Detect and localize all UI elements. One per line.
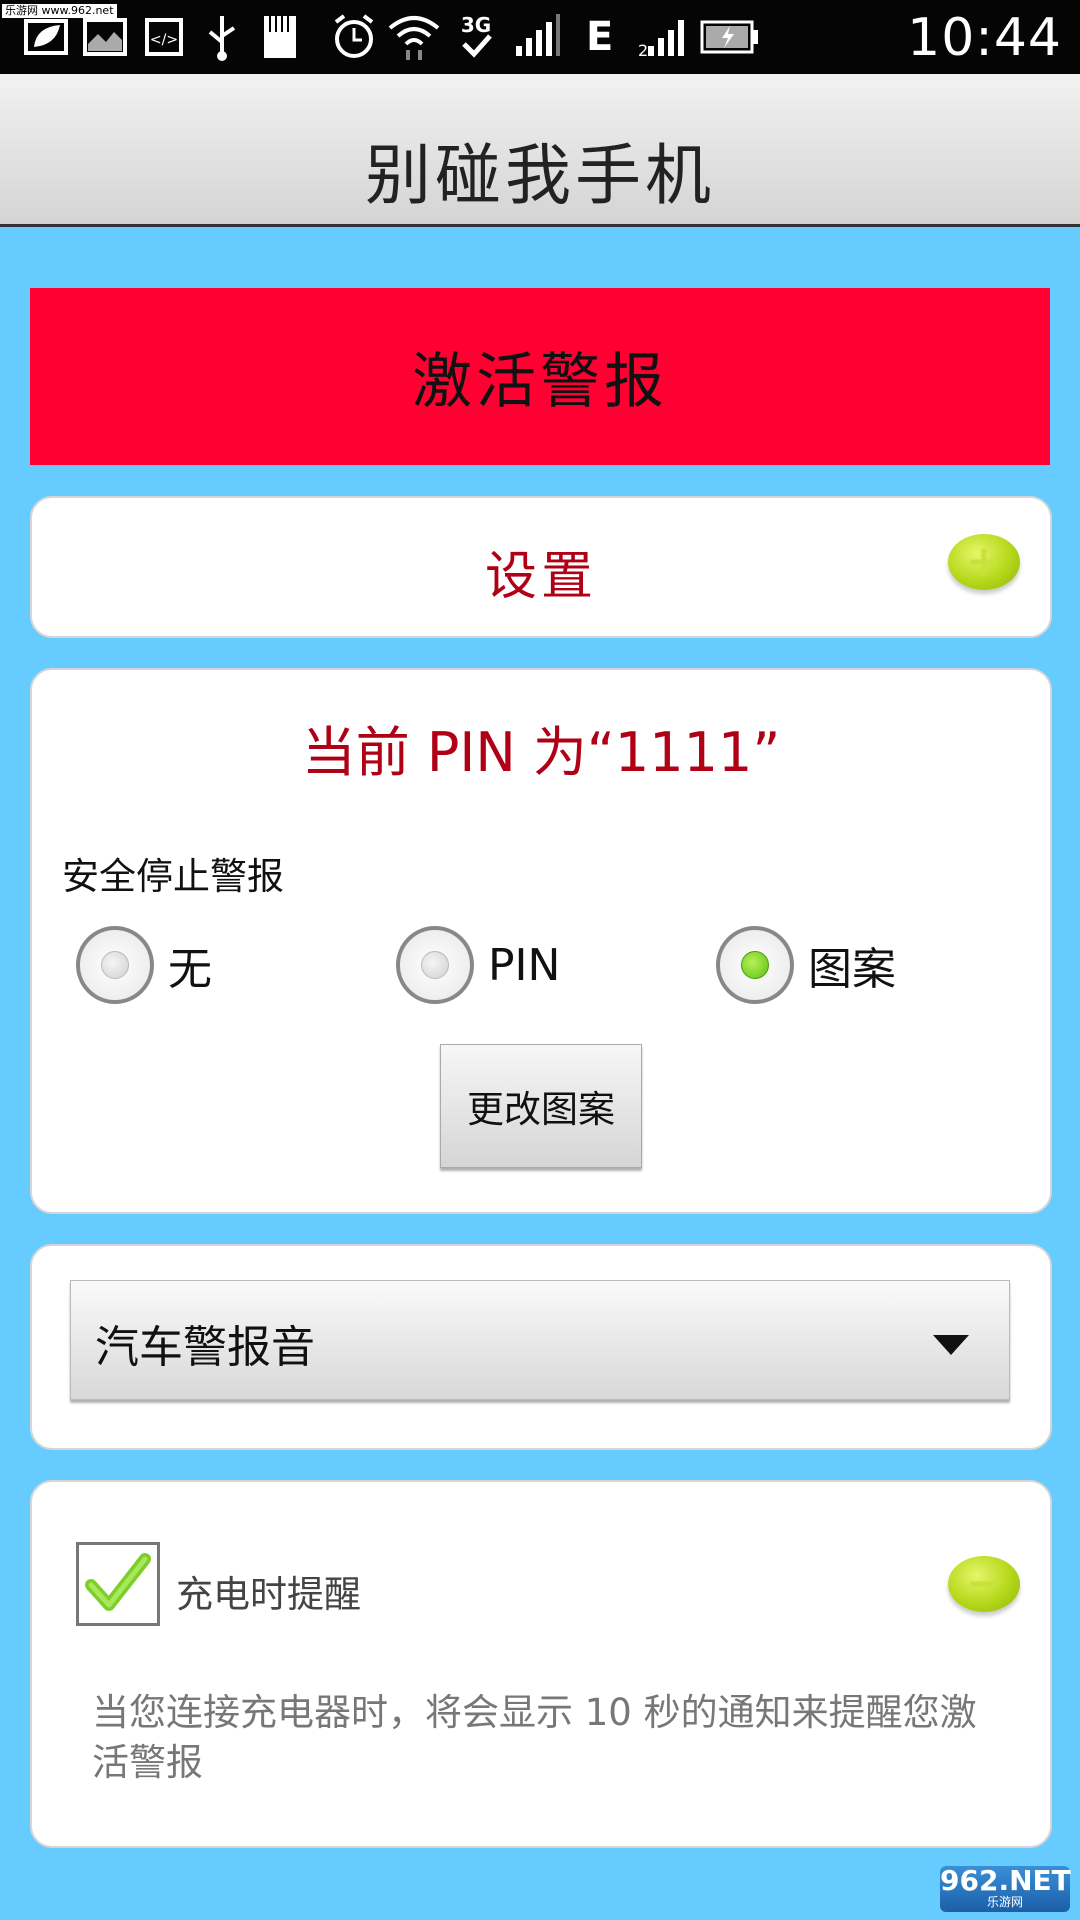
charge-reminder-card: 充电时提醒 − 当您连接充电器时，将会显示 10 秒的通知来提醒您激活警报	[30, 1480, 1052, 1848]
alarm-sound-selected: 汽车警报音	[95, 1322, 315, 1373]
expand-settings-button[interactable]: +	[948, 534, 1020, 590]
battery-charging-icon	[700, 20, 758, 54]
radio-option-label: 无	[168, 944, 212, 995]
change-pattern-label: 更改图案	[467, 1088, 615, 1131]
pin-card: 当前 PIN 为“1111” 安全停止警报 无 PIN 图案 更改图案	[30, 668, 1052, 1214]
edge-network-indicator: E	[586, 14, 614, 60]
code-icon: </>	[145, 18, 183, 56]
dropdown-arrow-icon	[933, 1335, 969, 1355]
radio-button-icon	[76, 926, 154, 1004]
svg-text:2: 2	[638, 41, 648, 60]
radio-option-pin[interactable]: PIN	[396, 922, 560, 1008]
radio-option-pattern[interactable]: 图案	[716, 922, 896, 1008]
sd-card-icon	[264, 16, 296, 58]
svg-text:3G: 3G	[461, 13, 491, 37]
activate-alarm-button[interactable]: 激活警报	[30, 288, 1050, 465]
settings-card[interactable]: 设置 +	[30, 496, 1052, 638]
3g-icon: 3G	[461, 13, 492, 58]
settings-label: 设置	[484, 547, 597, 607]
app-title-bar: 别碰我手机	[0, 74, 1080, 227]
charge-reminder-label: 充电时提醒	[176, 1573, 361, 1616]
image-icon	[83, 18, 127, 56]
charge-reminder-description: 当您连接充电器时，将会显示 10 秒的通知来提醒您激活警报	[92, 1691, 977, 1784]
radio-option-label: PIN	[488, 939, 561, 991]
radio-option-label: 图案	[808, 944, 896, 995]
alarm-sound-card: 汽车警报音	[30, 1244, 1052, 1450]
usb-icon	[208, 16, 236, 61]
radio-button-checked-icon	[716, 926, 794, 1004]
charge-reminder-checkbox[interactable]	[76, 1542, 160, 1626]
svg-text:</>: </>	[150, 32, 178, 48]
radio-button-icon	[396, 926, 474, 1004]
status-bar: 乐游网 www.962.net </> 3G E 2 10:44	[0, 0, 1080, 74]
wifi-icon	[388, 16, 440, 60]
plus-icon: +	[966, 536, 1002, 585]
checkmark-icon	[85, 1553, 151, 1611]
current-pin-text: 当前 PIN 为“1111”	[301, 721, 781, 784]
signal-icon	[516, 14, 560, 56]
alarm-sound-dropdown[interactable]: 汽车警报音	[70, 1280, 1010, 1400]
clock: 10:44	[907, 8, 1062, 68]
alarm-icon	[334, 14, 374, 58]
leaf-icon	[24, 19, 68, 55]
site-watermark-logo: 962.NET 乐游网	[940, 1864, 1071, 1912]
activate-alarm-label: 激活警报	[412, 347, 668, 417]
watermark-sub: 乐游网	[986, 1895, 1023, 1909]
minus-icon: −	[966, 1558, 1002, 1607]
security-stop-label: 安全停止警报	[62, 855, 284, 898]
collapse-charge-reminder-button[interactable]: −	[948, 1556, 1020, 1612]
signal-icon: 2	[638, 20, 684, 60]
page-title: 别碰我手机	[365, 137, 715, 214]
radio-option-none[interactable]: 无	[76, 922, 212, 1008]
watermark-main: 962.NET	[940, 1864, 1071, 1897]
security-option-group: 无 PIN 图案	[32, 922, 1050, 1012]
change-pattern-button[interactable]: 更改图案	[440, 1044, 642, 1168]
